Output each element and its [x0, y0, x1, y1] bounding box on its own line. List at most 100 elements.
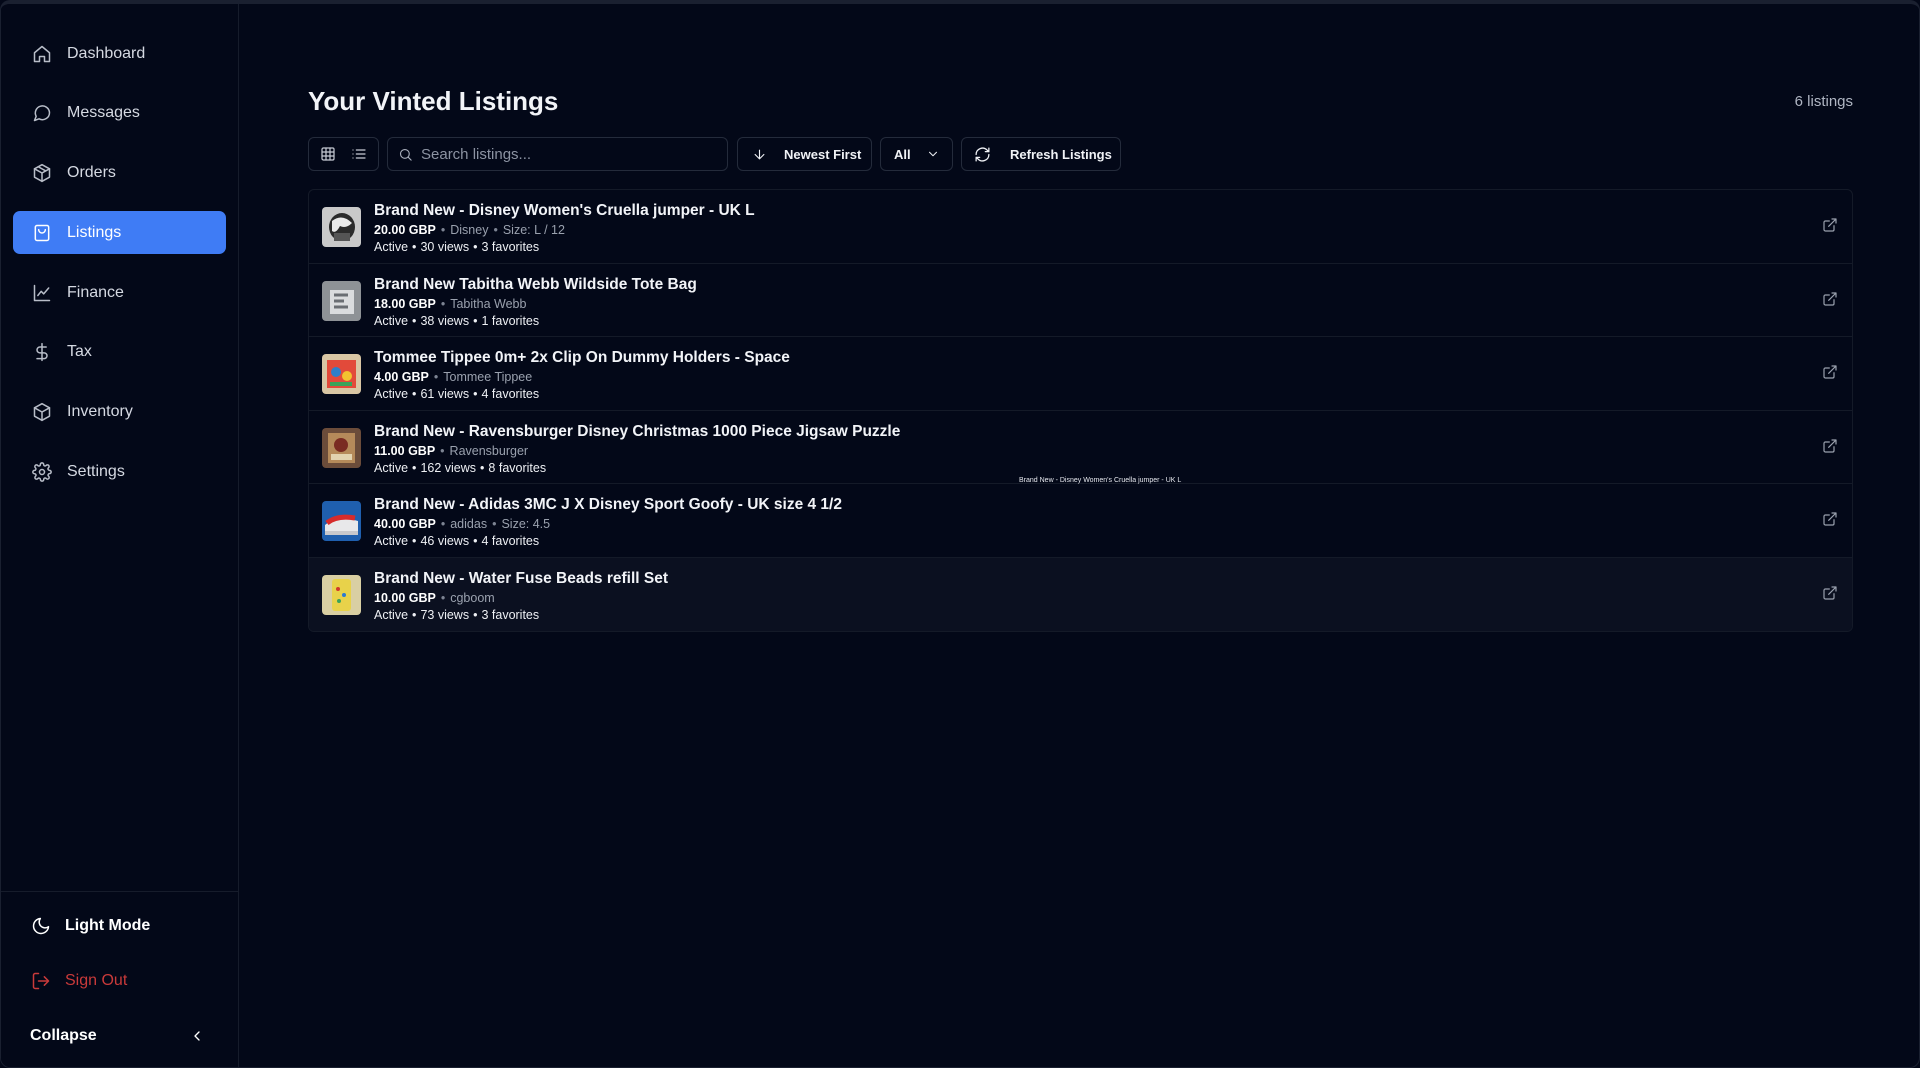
listing-row[interactable]: Brand New - Ravensburger Disney Christma…: [309, 411, 1852, 484]
listing-thumbnail: [322, 207, 361, 247]
listing-stats: Active • 30 views • 3 favorites: [374, 240, 540, 254]
sidebar: Dashboard Messages Orders Listings Finan…: [1, 4, 239, 1067]
package-icon: [31, 162, 53, 184]
sidebar-item-finance[interactable]: Finance: [13, 271, 226, 314]
listing-row[interactable]: Tommee Tippee 0m+ 2x Clip On Dummy Holde…: [309, 337, 1852, 411]
light-mode-toggle[interactable]: Light Mode: [31, 916, 150, 936]
listing-details: 20.00 GBP • Disney • Size: L / 12: [374, 223, 565, 237]
listing-thumbnail: [322, 280, 361, 321]
listing-price: 10.00 GBP: [374, 590, 436, 605]
box-icon: [31, 401, 53, 423]
status-filter-select[interactable]: All: [880, 137, 953, 171]
external-link-icon[interactable]: [1822, 217, 1840, 235]
listing-views: 73 views: [420, 607, 470, 622]
grid-view-button[interactable]: [315, 141, 341, 167]
home-icon: [31, 43, 53, 65]
listings-list: Brand New - Disney Women's Cruella jumpe…: [308, 189, 1853, 632]
listing-favorites: 4 favorites: [481, 534, 540, 548]
sign-out-label: Sign Out: [65, 972, 128, 989]
refresh-listings-button[interactable]: Refresh Listings: [961, 137, 1121, 171]
external-link-icon[interactable]: [1822, 364, 1840, 382]
chevron-left-icon: [194, 1031, 200, 1041]
list-view-button[interactable]: [346, 141, 372, 167]
sidebar-item-tax[interactable]: Tax: [13, 331, 226, 374]
listing-row[interactable]: Brand New Tabitha Webb Wildside Tote Bag…: [309, 264, 1852, 337]
external-link-icon[interactable]: [1822, 511, 1840, 529]
sidebar-item-label: Finance: [67, 283, 124, 301]
sidebar-item-label: Tax: [67, 343, 92, 361]
sidebar-item-orders[interactable]: Orders: [13, 152, 226, 195]
listing-brand: adidas: [450, 517, 488, 531]
listing-brand: Ravensburger: [449, 443, 529, 458]
toolbar: Newest First All Refresh Listings: [308, 137, 1121, 172]
listing-views: 30 views: [420, 240, 470, 254]
dollar-icon: [31, 341, 53, 363]
listing-title: Tommee Tippee 0m+ 2x Clip On Dummy Holde…: [374, 349, 790, 366]
filter-label: All: [894, 146, 911, 162]
listing-details: 11.00 GBP • Ravensburger: [374, 443, 529, 458]
collapse-button[interactable]: Collapse: [30, 1027, 205, 1045]
listing-status: Active: [374, 313, 409, 328]
listing-views: 162 views: [420, 460, 477, 475]
sidebar-item-label: Settings: [67, 463, 125, 481]
grid-icon: [321, 147, 335, 161]
listing-stats: Active • 46 views • 4 favorites: [374, 534, 540, 548]
listing-thumbnail: [322, 574, 361, 615]
listing-status: Active: [374, 534, 409, 548]
listing-title: Brand New - Water Fuse Beads refill Set: [374, 569, 669, 587]
listing-stats: Active • 162 views • 8 favorites: [374, 460, 547, 475]
external-link-icon[interactable]: [1822, 585, 1840, 603]
listing-row[interactable]: Brand New - Disney Women's Cruella jumpe…: [309, 190, 1852, 264]
arrow-down-icon: [754, 149, 765, 159]
sidebar-nav: Dashboard Messages Orders Listings Finan…: [13, 32, 226, 510]
sidebar-item-messages[interactable]: Messages: [13, 92, 226, 135]
sign-out-button[interactable]: Sign Out: [31, 971, 127, 991]
listing-thumbnail: [322, 354, 361, 394]
listing-views: 38 views: [420, 313, 470, 328]
refresh-label: Refresh Listings: [1010, 146, 1112, 162]
listing-row[interactable]: Brand New - Water Fuse Beads refill Set …: [309, 557, 1852, 631]
tooltip: Brand New - Disney Women's Cruella jumpe…: [1019, 477, 1182, 484]
listing-brand: Tommee Tippee: [443, 370, 533, 384]
listing-status: Active: [374, 387, 409, 401]
listing-favorites: 3 favorites: [481, 240, 540, 254]
listing-status: Active: [374, 607, 409, 622]
sidebar-item-dashboard[interactable]: Dashboard: [13, 32, 226, 75]
listing-status: Active: [374, 460, 409, 475]
external-link-icon[interactable]: [1822, 438, 1840, 456]
listing-stats: Active • 61 views • 4 favorites: [374, 387, 540, 401]
light-mode-label: Light Mode: [65, 917, 151, 934]
listing-brand: Tabitha Webb: [450, 296, 527, 311]
listing-thumbnail: [322, 427, 361, 468]
listing-stats: Active • 73 views • 3 favorites: [374, 607, 540, 622]
search-box[interactable]: [387, 137, 728, 171]
listing-details: 40.00 GBP • adidas • Size: 4.5: [374, 517, 551, 531]
listing-favorites: 3 favorites: [481, 607, 540, 622]
listing-title: Brand New - Adidas 3MC J X Disney Sport …: [374, 496, 842, 513]
chevron-down-icon: [928, 151, 937, 157]
sidebar-item-listings[interactable]: Listings: [13, 211, 226, 255]
listing-details: 10.00 GBP • cgboom: [374, 590, 495, 605]
listing-price: 40.00 GBP: [374, 517, 436, 531]
listing-views: 46 views: [420, 534, 470, 548]
listing-size: Size: 4.5: [501, 517, 551, 531]
search-input[interactable]: [421, 145, 711, 163]
listing-details: 4.00 GBP • Tommee Tippee: [374, 370, 533, 384]
listing-status: Active: [374, 240, 409, 254]
gear-icon: [31, 461, 53, 483]
app-window: Dashboard Messages Orders Listings Finan…: [0, 0, 1920, 1068]
sort-button[interactable]: Newest First: [737, 137, 872, 171]
listing-brand: cgboom: [450, 590, 495, 605]
listing-price: 4.00 GBP: [374, 370, 429, 384]
search-icon: [399, 148, 412, 161]
sidebar-item-settings[interactable]: Settings: [13, 451, 226, 494]
sidebar-item-inventory[interactable]: Inventory: [13, 391, 226, 434]
listing-views: 61 views: [420, 387, 470, 401]
listing-thumbnail: [322, 501, 361, 541]
listing-row[interactable]: Brand New - Adidas 3MC J X Disney Sport …: [309, 484, 1852, 558]
line-chart-icon: [31, 282, 53, 304]
shopping-bag-icon: [31, 222, 53, 244]
listing-favorites: 4 favorites: [481, 387, 540, 401]
main-content: Your Vinted Listings 6 listings Newest F…: [240, 4, 1919, 1067]
external-link-icon[interactable]: [1822, 291, 1840, 309]
